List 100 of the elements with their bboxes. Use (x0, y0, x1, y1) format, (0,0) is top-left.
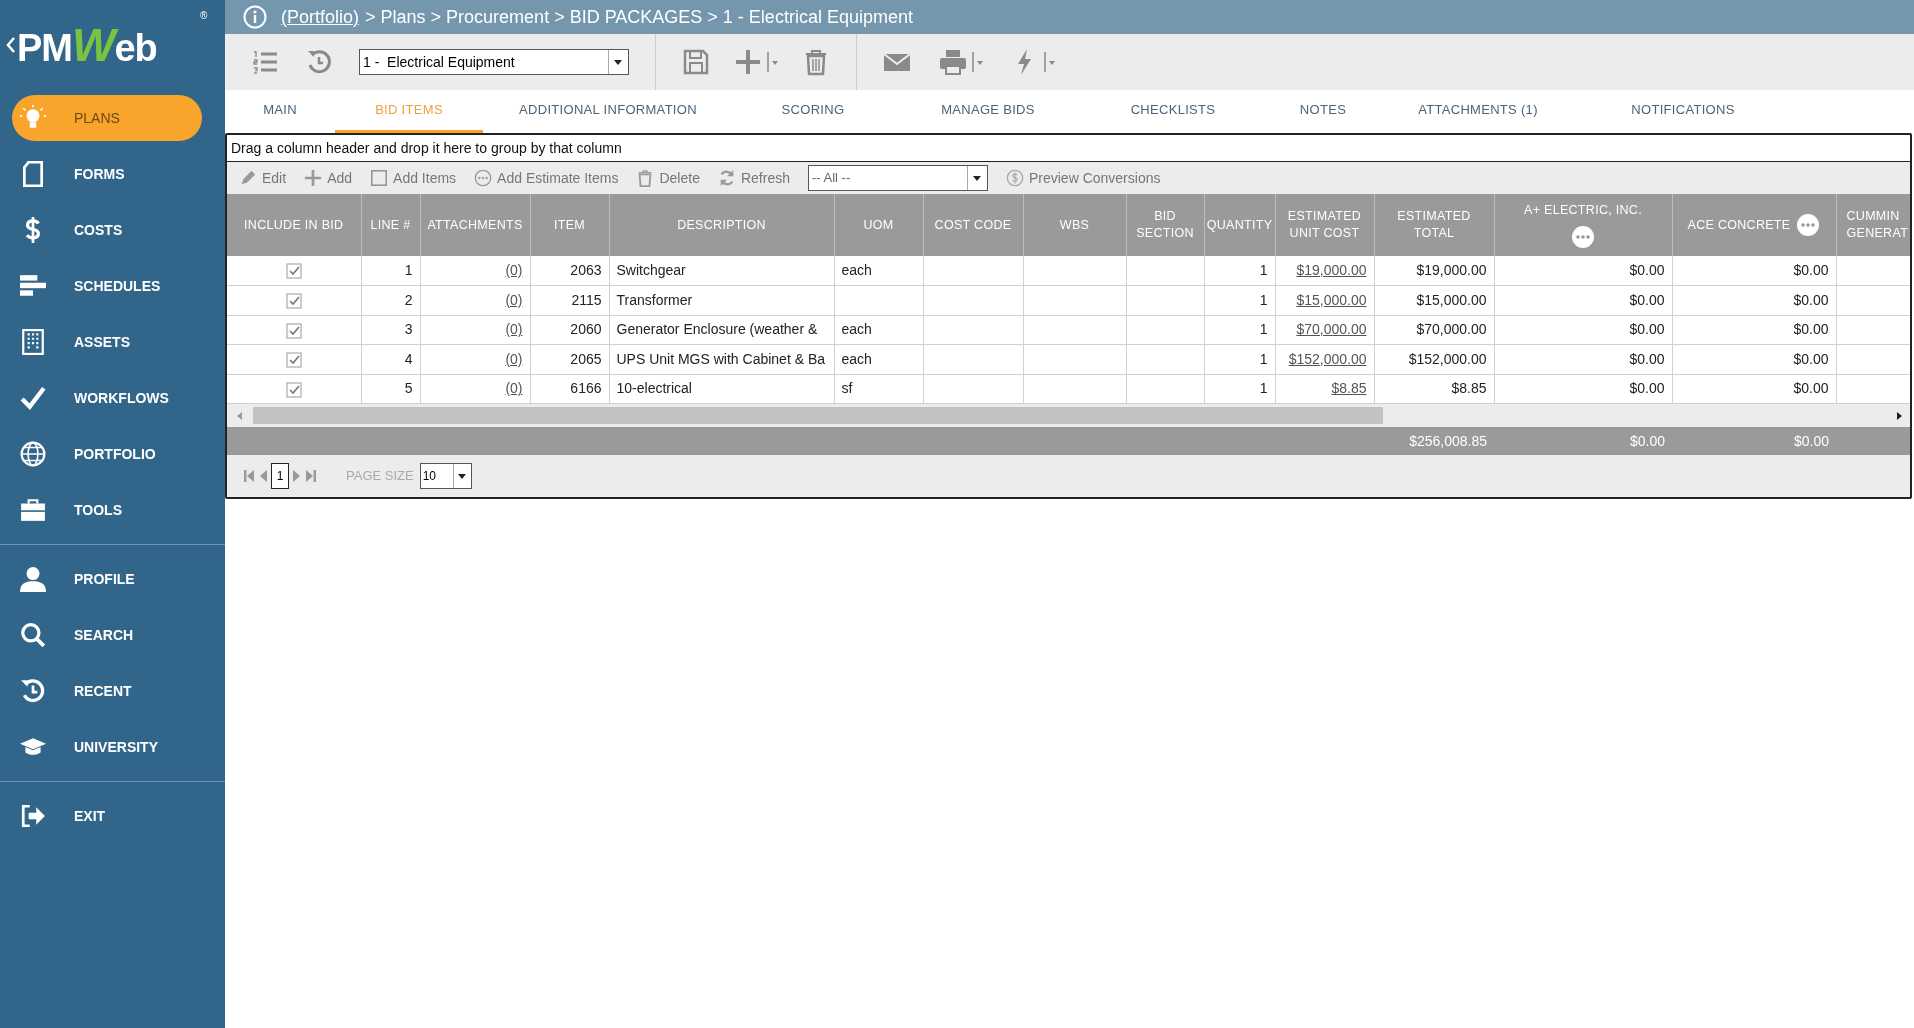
total-value: $256,008.85 (1409, 432, 1487, 449)
pencil-icon (239, 169, 257, 187)
back-chevron-icon[interactable] (6, 36, 16, 54)
sidebar-item[interactable]: TOOLS (12, 487, 202, 533)
save-icon (682, 48, 710, 76)
table-cell: $0.00 (1793, 321, 1829, 338)
sidebar-item[interactable]: RECENT (12, 668, 202, 714)
table-cell: $0.00 (1629, 291, 1665, 308)
toolbar-button[interactable]: Delete (636, 167, 700, 189)
toolbar-button[interactable]: Add Items (370, 167, 457, 189)
more-icon[interactable] (1796, 213, 1821, 237)
toolbar-button[interactable]: Edit (239, 167, 287, 189)
table-cell: 1 (1259, 321, 1268, 338)
sidebar-item[interactable]: PROFILE (12, 556, 202, 602)
next-page-icon[interactable] (292, 468, 302, 484)
search-icon (20, 622, 46, 648)
checkbox[interactable] (285, 352, 302, 369)
table-cell: 1 (1259, 262, 1268, 278)
total-value: $0.00 (1793, 432, 1829, 449)
sidebar-item[interactable]: ASSETS (12, 319, 202, 365)
sidebar-item[interactable]: EXIT (12, 793, 202, 839)
cell-link[interactable]: $19,000.00 (1296, 262, 1367, 278)
cell-link[interactable]: $70,000.00 (1296, 321, 1367, 338)
tab[interactable]: MANAGE BIDS (893, 90, 1083, 133)
cell-link[interactable]: $15,000.00 (1296, 291, 1367, 308)
checkbox-icon (370, 169, 389, 187)
preview-conversions-button[interactable]: Preview Conversions (1005, 167, 1161, 189)
table-cell: $0.00 (1793, 291, 1829, 308)
horizontal-scrollbar[interactable] (227, 404, 1910, 427)
history-icon (20, 678, 46, 704)
filter-select[interactable]: -- All -- (807, 165, 988, 191)
table-cell: 4 (404, 350, 413, 367)
sidebar-item[interactable]: WORKFLOWS (12, 375, 202, 421)
table-cell: 2063 (570, 262, 602, 278)
table-cell: Switchgear (616, 262, 686, 278)
table-cell: 5 (404, 380, 413, 397)
previous-page-icon[interactable] (258, 468, 268, 484)
toolbar-button[interactable]: Add Estimate Items (474, 167, 619, 189)
checkmark-icon (20, 385, 46, 411)
more-icon (474, 169, 493, 187)
sidebar-item[interactable]: SCHEDULES (12, 263, 202, 309)
toolbar-button[interactable]: Refresh (717, 167, 790, 189)
first-page-icon[interactable] (243, 468, 255, 484)
table-cell: 2065 (570, 350, 602, 367)
plus-icon (304, 169, 323, 187)
table-cell: $15,000.00 (1416, 291, 1487, 308)
table-cell: sf (841, 380, 853, 397)
checkbox[interactable] (285, 263, 302, 280)
table-cell: $0.00 (1629, 350, 1665, 367)
table-cell: $8.85 (1451, 380, 1487, 397)
page-size-select[interactable]: 10 (419, 463, 472, 489)
last-page-icon[interactable] (305, 468, 317, 484)
tab[interactable]: ADDITIONAL INFORMATION (483, 90, 733, 133)
sidebar-item[interactable]: PLANS (12, 95, 202, 141)
table-cell: 6166 (570, 380, 602, 397)
table-cell: $0.00 (1629, 262, 1665, 278)
sidebar-item[interactable]: FORMS (12, 151, 202, 197)
table-cell: 2060 (570, 321, 602, 338)
tab[interactable]: CHECKLISTS (1083, 90, 1263, 133)
cell-link[interactable]: (0) (505, 321, 523, 338)
tab[interactable]: NOTIFICATIONS (1573, 90, 1793, 133)
logo: PMWeb (17, 22, 157, 68)
table-cell: 3 (404, 321, 413, 338)
cell-link[interactable]: (0) (505, 262, 523, 278)
exit-icon (20, 803, 46, 829)
coin-icon (1005, 169, 1024, 187)
sidebar-item[interactable]: COSTS (12, 207, 202, 253)
total-value: $0.00 (1629, 432, 1665, 449)
checkbox[interactable] (285, 293, 302, 310)
table-cell: 2115 (571, 291, 602, 308)
cell-link[interactable]: (0) (505, 350, 523, 367)
cell-link[interactable]: (0) (505, 380, 523, 397)
table-cell: $0.00 (1629, 321, 1665, 338)
table-cell: 1 (1259, 291, 1268, 308)
tab[interactable]: SCORING (733, 90, 893, 133)
tab[interactable]: NOTES (1263, 90, 1383, 133)
numbered-list-icon (251, 48, 279, 76)
sidebar-item[interactable]: SEARCH (12, 612, 202, 658)
bulb-icon (20, 105, 46, 131)
toolbar-button[interactable]: Add (304, 167, 353, 189)
cell-link[interactable]: (0) (505, 291, 523, 308)
tab[interactable]: MAIN (225, 90, 335, 133)
table-cell: Transformer (616, 291, 693, 308)
table-cell: UPS Unit MGS with Cabinet & Ba (616, 350, 826, 367)
breadcrumb-path: > Plans > Procurement > BID PACKAGES > 1 - Electrical Equipment (365, 5, 913, 29)
info-icon[interactable] (243, 5, 267, 29)
table-cell: Generator Enclosure (weather & (616, 321, 818, 338)
cell-link[interactable]: $8.85 (1331, 380, 1367, 397)
record-select[interactable]: 1 - Electrical Equipment (359, 49, 629, 75)
building-icon (20, 329, 46, 355)
cell-link[interactable]: $152,000.00 (1288, 350, 1367, 367)
checkbox[interactable] (285, 322, 302, 339)
checkbox[interactable] (285, 381, 302, 398)
sidebar-item[interactable]: PORTFOLIO (12, 431, 202, 477)
sidebar-item[interactable]: UNIVERSITY (12, 724, 202, 770)
globe-icon (20, 441, 46, 467)
tab[interactable]: ATTACHMENTS (1) (1383, 90, 1573, 133)
table-cell: $70,000.00 (1416, 321, 1487, 338)
more-icon[interactable] (1571, 224, 1595, 249)
page-field[interactable]: 1 (271, 463, 289, 489)
